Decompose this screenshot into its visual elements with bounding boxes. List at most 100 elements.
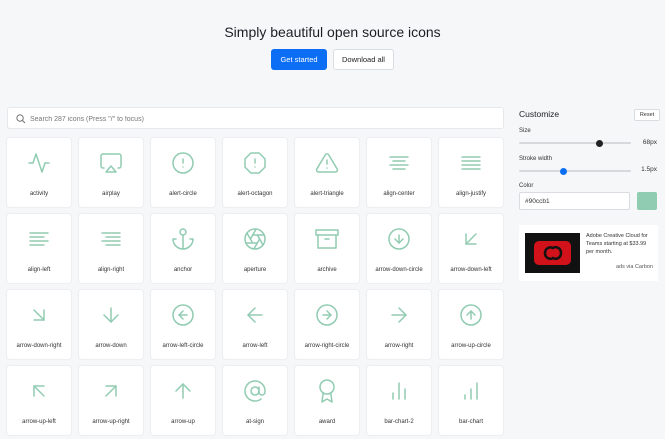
icon-label: alert-triangle: [310, 191, 344, 197]
icon-tile-arrow-up[interactable]: arrow-up: [151, 366, 215, 435]
icon-label: arrow-up-left: [22, 419, 56, 425]
icon-label: arrow-right: [384, 343, 414, 349]
icon-tile-arrow-down-circle[interactable]: arrow-down-circle: [367, 214, 431, 283]
arrow-down-circle-icon: [388, 228, 410, 250]
size-label: Size: [519, 128, 531, 134]
icon-label: at-sign: [245, 419, 264, 425]
reset-button[interactable]: Reset: [634, 109, 660, 121]
icon-tile-arrow-right-circle[interactable]: arrow-right-circle: [295, 290, 359, 359]
size-slider[interactable]: [519, 139, 631, 147]
align-justify-icon: [461, 156, 481, 170]
arrow-down-left-icon: [465, 233, 477, 245]
bar-chart-icon: [464, 382, 478, 400]
arrow-down-right-icon: [33, 309, 45, 321]
bar-chart-2-icon: [392, 382, 406, 400]
icon-tile-alert-triangle[interactable]: alert-triangle: [295, 138, 359, 207]
icon-tile-arrow-down-right[interactable]: arrow-down-right: [7, 290, 71, 359]
activity-icon: [28, 153, 50, 173]
icon-label: aperture: [243, 267, 267, 273]
icon-label: award: [318, 419, 336, 425]
icon-tile-arrow-down[interactable]: arrow-down: [79, 290, 143, 359]
icon-label: alert-circle: [169, 191, 197, 197]
arrow-down-icon: [103, 307, 119, 323]
archive-icon: [315, 229, 339, 249]
aperture-icon: [244, 228, 266, 250]
icon-tile-arrow-up-circle[interactable]: arrow-up-circle: [439, 290, 503, 359]
stroke-width-value: 1.5px: [641, 166, 657, 173]
hero: Simply beautiful open source icons Get s…: [0, 0, 665, 100]
icon-tile-arrow-up-left[interactable]: arrow-up-left: [7, 366, 71, 435]
ad-via-label[interactable]: ads via Carbon: [616, 264, 653, 270]
icon-tile-activity[interactable]: activity: [7, 138, 71, 207]
icon-label: arrow-left: [242, 343, 268, 349]
icon-tile-arrow-down-left[interactable]: arrow-down-left: [439, 214, 503, 283]
icon-label: bar-chart-2: [384, 419, 414, 425]
align-right-icon: [101, 232, 121, 246]
icon-label: align-right: [97, 267, 125, 273]
icon-label: alert-octagon: [237, 191, 273, 197]
icon-label: archive: [317, 267, 337, 273]
icon-label: arrow-down-right: [16, 343, 62, 349]
icon-label: airplay: [102, 191, 120, 197]
color-swatch[interactable]: [637, 192, 657, 210]
icon-label: anchor: [173, 267, 193, 273]
adobe-cc-logo[interactable]: [525, 233, 580, 273]
icon-tile-arrow-right[interactable]: arrow-right: [367, 290, 431, 359]
size-slider-thumb[interactable]: [596, 139, 604, 147]
icon-label: align-justify: [455, 191, 486, 197]
arrow-right-icon: [391, 307, 407, 323]
alert-triangle-icon: [315, 153, 339, 173]
icon-label: activity: [29, 191, 49, 197]
search-bar[interactable]: [7, 107, 504, 129]
icon-tile-arrow-left[interactable]: arrow-left: [223, 290, 287, 359]
page-title: Simply beautiful open source icons: [224, 24, 441, 40]
carbon-ad[interactable]: Adobe Creative Cloud for Teams starting …: [519, 225, 658, 281]
arrow-left-icon: [247, 307, 263, 323]
icon-tile-arrow-up-right[interactable]: arrow-up-right: [79, 366, 143, 435]
icon-label: arrow-down-left: [450, 267, 492, 273]
get-started-button[interactable]: Get started: [271, 49, 327, 70]
arrow-right-circle-icon: [316, 304, 338, 326]
at-sign-icon: [244, 380, 266, 402]
icon-tile-archive[interactable]: archive: [295, 214, 359, 283]
icon-tile-aperture[interactable]: aperture: [223, 214, 287, 283]
customize-panel: Customize Reset Size 68px Stroke width 1…: [511, 100, 665, 439]
icon-tile-award[interactable]: award: [295, 366, 359, 435]
icon-tile-airplay[interactable]: airplay: [79, 138, 143, 207]
icon-tile-anchor[interactable]: anchor: [151, 214, 215, 283]
icon-tile-bar-chart[interactable]: bar-chart: [439, 366, 503, 435]
size-value: 68px: [642, 139, 657, 146]
icon-tile-arrow-left-circle[interactable]: arrow-left-circle: [151, 290, 215, 359]
align-left-icon: [29, 232, 49, 246]
icon-label: arrow-left-circle: [162, 343, 204, 349]
download-all-button[interactable]: Download all: [333, 49, 394, 70]
align-center-icon: [389, 156, 409, 170]
icon-tile-alert-octagon[interactable]: alert-octagon: [223, 138, 287, 207]
alert-octagon-icon: [244, 152, 266, 174]
color-label: Color: [519, 183, 534, 189]
arrow-up-left-icon: [33, 385, 45, 397]
award-icon: [319, 379, 335, 403]
arrow-left-circle-icon: [172, 304, 194, 326]
icon-tile-align-center[interactable]: align-center: [367, 138, 431, 207]
icon-tile-align-right[interactable]: align-right: [79, 214, 143, 283]
icon-label: bar-chart: [458, 419, 483, 425]
icon-label: align-left: [27, 267, 51, 273]
icon-tile-align-justify[interactable]: align-justify: [439, 138, 503, 207]
color-input[interactable]: [519, 192, 630, 210]
stroke-width-slider-thumb[interactable]: [560, 167, 568, 175]
search-input[interactable]: [30, 112, 490, 126]
icon-label: arrow-right-circle: [304, 343, 350, 349]
alert-circle-icon: [172, 152, 194, 174]
icon-tile-alert-circle[interactable]: alert-circle: [151, 138, 215, 207]
icon-tile-bar-chart-2[interactable]: bar-chart-2: [367, 366, 431, 435]
icon-label: arrow-up-right: [92, 419, 130, 425]
stroke-width-slider[interactable]: [519, 167, 631, 175]
arrow-up-circle-icon: [460, 304, 482, 326]
icon-label: arrow-down: [95, 343, 127, 349]
ad-text[interactable]: Adobe Creative Cloud for Teams starting …: [586, 232, 654, 256]
icon-tile-at-sign[interactable]: at-sign: [223, 366, 287, 435]
icon-label: arrow-up: [171, 419, 195, 425]
icon-tile-align-left[interactable]: align-left: [7, 214, 71, 283]
icon-label: align-center: [383, 191, 415, 197]
